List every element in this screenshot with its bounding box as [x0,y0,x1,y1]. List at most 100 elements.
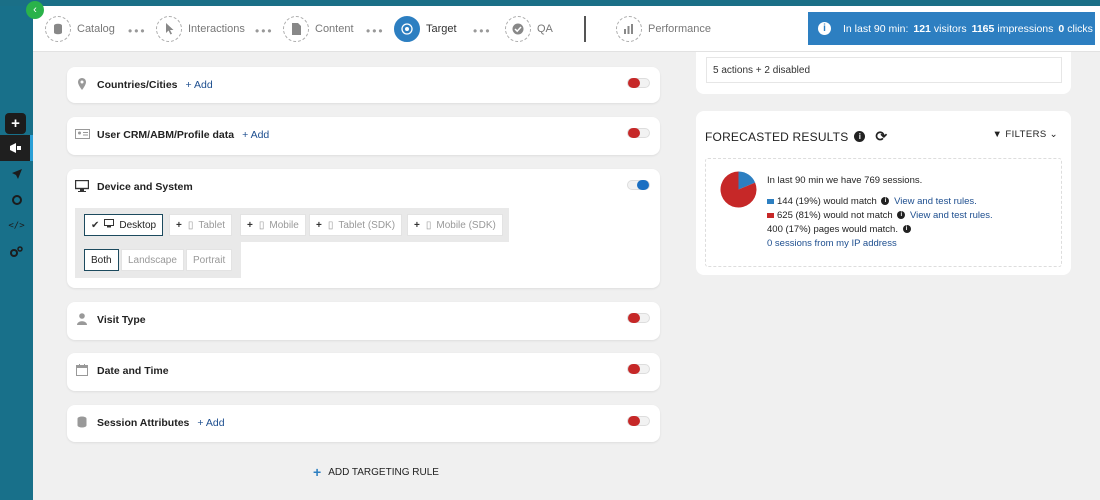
step-label: QA [537,23,553,35]
pages-line: 400 (17%) pages would match. [767,224,898,235]
step-label: Catalog [77,23,115,35]
visitors-count: 121 [913,22,931,35]
check-icon: ✔ [91,219,100,231]
orientation-both[interactable]: Both [84,249,119,271]
device-selector: ✔ Desktop + ▯ Tablet + ▯ Mobile + ▯ Tabl… [75,208,509,242]
impressions-count: 1165 [971,22,995,35]
plus-icon: + [176,219,182,231]
rule-title: Countries/Cities [97,79,178,91]
info-icon[interactable]: i [854,131,866,142]
info-icon: i [818,22,831,35]
step-target[interactable]: Target [394,16,457,42]
clicks-label: clicks [1067,22,1093,35]
device-toggle[interactable] [627,180,650,190]
device-option-tablet[interactable]: + ▯ Tablet [169,214,233,236]
rule-title: Session Attributes [97,417,190,429]
step-label: Target [426,23,457,35]
orientation-label: Landscape [128,254,177,266]
visit-type-toggle[interactable] [627,313,650,323]
device-option-mobile-sdk[interactable]: + ▯ Mobile (SDK) [407,214,503,236]
orientation-label: Both [91,254,112,266]
device-option-label: Mobile [269,219,299,231]
map-pin-icon [75,77,89,93]
date-time-toggle[interactable] [627,364,650,374]
step-qa[interactable]: QA [505,16,553,42]
match-legend-swatch [767,198,774,204]
rule-title: Visit Type [97,314,146,326]
step-label: Interactions [188,23,245,35]
forecast-title: FORECASTED RESULTS [705,129,849,144]
orientation-landscape[interactable]: Landscape [121,249,184,271]
plus-icon: + [316,219,322,231]
rule-date-time: Date and Time [67,353,660,391]
rule-visit-type: Visit Type [67,302,660,340]
left-sidebar: + </> [0,6,33,500]
crm-toggle[interactable] [627,128,650,138]
step-catalog[interactable]: Catalog [45,16,115,42]
device-option-tablet-sdk[interactable]: + ▯ Tablet (SDK) [309,214,403,236]
orientation-portrait[interactable]: Portrait [186,249,233,271]
tablet-icon: ▯ [187,219,194,231]
info-icon[interactable]: i [881,197,890,206]
forecast-details: In last 90 min we have 769 sessions. 144… [705,158,1062,267]
step-connector: ••• [255,24,274,38]
device-option-desktop[interactable]: ✔ Desktop [84,214,164,236]
filters-dropdown[interactable]: ▼ FILTERS ⌄ [993,129,1058,140]
plus-icon: + [313,464,322,480]
step-label: Content [315,23,354,35]
bar-chart-icon [616,16,642,42]
database-icon [45,16,71,42]
stepper-divider [584,16,586,42]
rule-title: Date and Time [97,365,169,377]
step-interactions[interactable]: Interactions [156,16,245,42]
info-icon[interactable]: i [902,225,911,234]
code-icon[interactable]: </> [0,213,33,239]
device-option-label: Mobile (SDK) [436,219,496,231]
countries-toggle[interactable] [627,78,650,88]
rule-user-crm: User CRM/ABM/Profile data + Add [67,117,660,155]
add-targeting-rule-button[interactable]: + ADD TARGETING RULE [313,464,439,480]
collapse-sidebar-button[interactable]: ‹ [26,1,44,19]
view-rules-link[interactable]: View and test rules. [894,196,977,207]
filter-icon: ▼ [992,129,1003,140]
match-line: 144 (19%) would match [777,196,877,207]
mobile-icon: ▯ [258,219,265,231]
session-toggle[interactable] [627,416,650,426]
step-performance[interactable]: Performance [616,16,711,42]
device-option-label: Tablet [198,219,226,231]
device-option-mobile[interactable]: + ▯ Mobile [240,214,306,236]
add-crm-link[interactable]: + Add [242,129,269,141]
plus-icon[interactable]: + [5,113,26,134]
view-rules-link[interactable]: View and test rules. [910,210,993,221]
refresh-icon[interactable]: ⟳ [875,128,887,145]
stats-prefix: In last 90 min: [843,22,909,35]
step-label: Performance [648,23,711,35]
filters-label: FILTERS [1005,129,1047,140]
rule-title: Device and System [97,181,193,193]
network-icon[interactable] [0,187,33,213]
rocket-icon[interactable] [0,161,33,187]
megaphone-icon[interactable] [0,135,33,161]
workflow-stepper: Catalog ••• Interactions ••• Content •••… [33,6,1100,52]
mobile-icon: ▯ [425,219,432,231]
rule-countries-cities: Countries/Cities + Add [67,67,660,103]
device-option-label: Tablet (SDK) [338,219,396,231]
nomatch-legend-swatch [767,212,774,218]
gears-icon[interactable] [0,239,33,265]
step-connector: ••• [128,24,147,38]
monitor-icon [74,179,90,195]
target-icon [394,16,420,42]
calendar-icon [75,363,89,379]
add-countries-link[interactable]: + Add [186,79,213,91]
clicks-count: 0 [1058,22,1065,35]
add-session-link[interactable]: + Add [197,417,224,429]
ip-sessions-link[interactable]: 0 sessions from my IP address [767,238,897,249]
step-connector: ••• [366,24,385,38]
step-content[interactable]: Content [283,16,354,42]
info-icon[interactable]: i [897,211,906,220]
id-card-icon [75,128,90,142]
live-stats-banner: i In last 90 min: 121 visitors 1165 impres… [808,12,1095,45]
impressions-label: impressions [997,22,1054,35]
plus-icon: + [247,219,253,231]
tablet-icon: ▯ [327,219,334,231]
